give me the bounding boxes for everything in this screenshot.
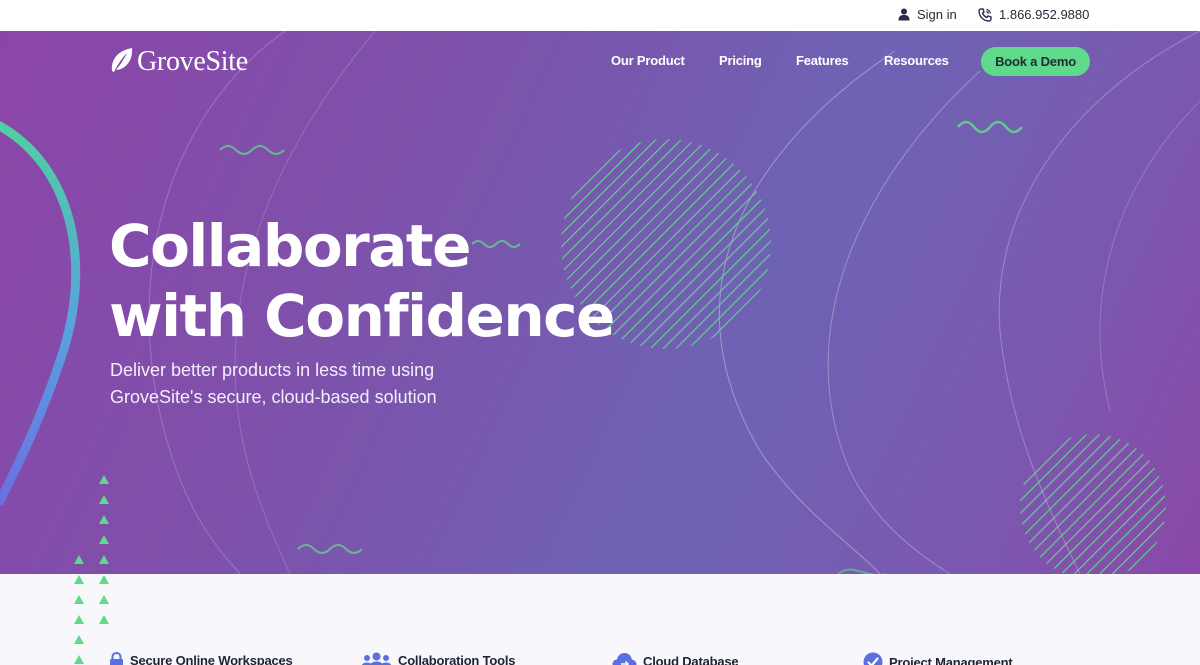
hero-title: Collaborate with Confidence	[109, 211, 615, 351]
check-circle-icon	[863, 652, 883, 665]
lock-icon	[109, 652, 124, 665]
hero-title-line-2: with Confidence	[109, 282, 615, 350]
features-strip: Secure Online Workspaces Collaboration T…	[0, 574, 1200, 665]
sign-in-label: Sign in	[917, 7, 957, 22]
phone-number: 1.866.952.9880	[999, 7, 1090, 22]
feature-collaboration-tools[interactable]: Collaboration Tools	[361, 652, 515, 665]
hero-section: GroveSite Our Product Pricing Features R…	[0, 31, 1200, 574]
hero-title-line-1: Collaborate	[109, 212, 471, 280]
utility-bar: Sign in 1.866.952.9880	[0, 0, 1200, 31]
hero-subtitle-line-2: GroveSite's secure, cloud-based solution	[110, 387, 437, 407]
feature-label: Project Management	[889, 654, 1013, 665]
nav-our-product[interactable]: Our Product	[611, 53, 685, 68]
feature-label: Collaboration Tools	[398, 653, 516, 665]
feature-project-management[interactable]: Project Management	[863, 652, 1013, 665]
feature-secure-workspaces[interactable]: Secure Online Workspaces	[109, 652, 293, 665]
nav-pricing[interactable]: Pricing	[719, 53, 762, 68]
cloud-icon	[612, 652, 637, 665]
nav-features[interactable]: Features	[796, 53, 849, 68]
hero-subtitle-line-1: Deliver better products in less time usi…	[110, 360, 435, 380]
user-icon	[898, 8, 910, 21]
feature-cloud-database[interactable]: Cloud Database	[612, 652, 739, 665]
phone-icon	[978, 7, 992, 22]
team-icon	[361, 652, 392, 665]
feature-label: Secure Online Workspaces	[130, 653, 293, 665]
main-nav: Our Product Pricing Features Resources B…	[0, 47, 1200, 77]
book-demo-button[interactable]: Book a Demo	[981, 47, 1090, 76]
sign-in-link[interactable]: Sign in	[898, 7, 957, 22]
feature-label: Cloud Database	[643, 653, 739, 665]
nav-resources[interactable]: Resources	[884, 53, 949, 68]
hero-subtitle: Deliver better products in less time usi…	[110, 357, 530, 411]
phone-link[interactable]: 1.866.952.9880	[978, 7, 1089, 22]
